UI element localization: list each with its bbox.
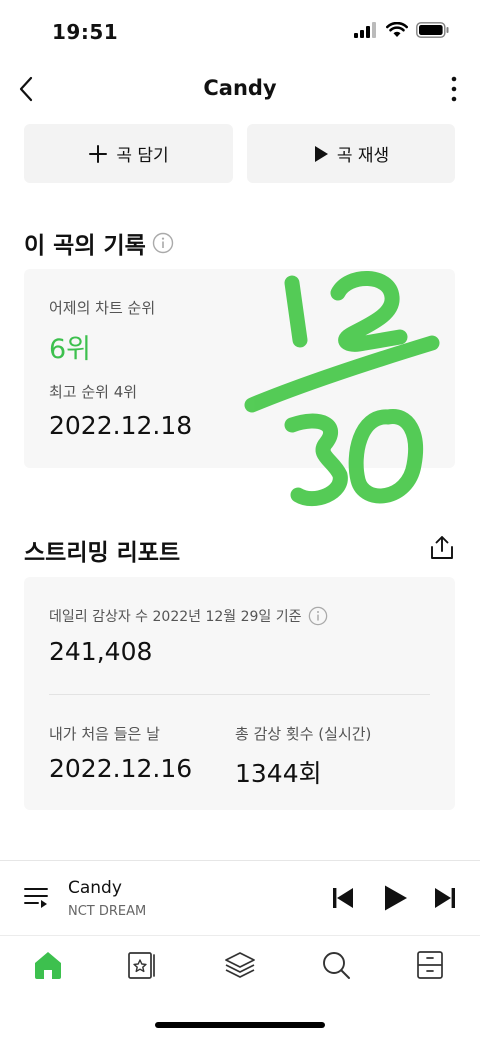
tab-search[interactable] <box>318 947 354 983</box>
status-time: 19:51 <box>52 20 119 44</box>
nav-bar: Candy <box>0 62 480 116</box>
daily-listeners-value: 241,408 <box>49 637 153 666</box>
home-icon <box>35 952 61 979</box>
tab-storage[interactable] <box>412 947 448 983</box>
page-title: Candy <box>203 76 277 100</box>
search-icon <box>323 952 350 979</box>
tab-home[interactable] <box>30 947 66 983</box>
signal-icon <box>354 22 376 38</box>
total-plays-label: 총 감상 횟수 (실시간) <box>235 725 372 743</box>
playlist-icon[interactable] <box>24 886 50 910</box>
next-track-icon[interactable] <box>434 887 456 909</box>
best-rank-date: 2022.12.18 <box>49 411 193 440</box>
star-album-icon <box>128 952 155 979</box>
play-song-button[interactable]: 곡 재생 <box>247 124 455 183</box>
mini-player-title: Candy <box>68 878 122 898</box>
first-listen-label: 내가 처음 들은 날 <box>49 725 160 743</box>
yesterday-rank-label: 어제의 차트 순위 <box>49 299 156 317</box>
total-plays-value: 1344회 <box>235 759 322 788</box>
report-section-title: 스트리밍 리포트 <box>24 533 180 567</box>
status-icons <box>354 22 450 38</box>
best-rank-label: 최고 순위 4위 <box>49 383 138 401</box>
record-section-title: 이 곡의 기록 <box>24 226 174 260</box>
daily-listeners-label-row: 데일리 감상자 수 2022년 12월 29일 기준 <box>49 606 328 626</box>
share-icon[interactable] <box>428 534 456 562</box>
info-icon[interactable] <box>308 606 328 626</box>
status-bar: 19:51 <box>0 0 480 62</box>
play-icon[interactable] <box>383 884 409 912</box>
info-icon[interactable] <box>152 232 174 254</box>
tab-bar <box>0 937 480 997</box>
add-song-label: 곡 담기 <box>116 146 169 166</box>
play-song-label: 곡 재생 <box>336 146 390 166</box>
record-title-text: 이 곡의 기록 <box>24 233 146 259</box>
tab-library[interactable] <box>124 947 160 983</box>
divider <box>49 694 430 695</box>
record-card: 어제의 차트 순위 6위 최고 순위 4위 2022.12.18 <box>24 269 455 468</box>
wifi-icon <box>386 22 408 37</box>
home-indicator <box>155 1022 325 1028</box>
previous-track-icon[interactable] <box>332 887 354 909</box>
more-options-icon[interactable] <box>446 74 462 104</box>
mini-player[interactable]: Candy NCT DREAM <box>0 860 480 936</box>
yesterday-rank-value: 6위 <box>49 334 92 365</box>
play-icon <box>314 145 328 162</box>
plus-icon <box>89 144 108 163</box>
first-listen-value: 2022.12.16 <box>49 754 193 783</box>
report-title-text: 스트리밍 리포트 <box>24 540 181 566</box>
battery-icon <box>416 22 449 38</box>
add-song-button[interactable]: 곡 담기 <box>24 124 233 183</box>
tab-playlists[interactable] <box>222 947 258 983</box>
report-card: 데일리 감상자 수 2022년 12월 29일 기준 241,408 내가 처음… <box>24 577 455 810</box>
drawer-icon <box>417 951 443 979</box>
layers-icon <box>225 952 255 978</box>
daily-listeners-label: 데일리 감상자 수 2022년 12월 29일 기준 <box>49 609 302 625</box>
mini-player-artist: NCT DREAM <box>68 904 147 919</box>
